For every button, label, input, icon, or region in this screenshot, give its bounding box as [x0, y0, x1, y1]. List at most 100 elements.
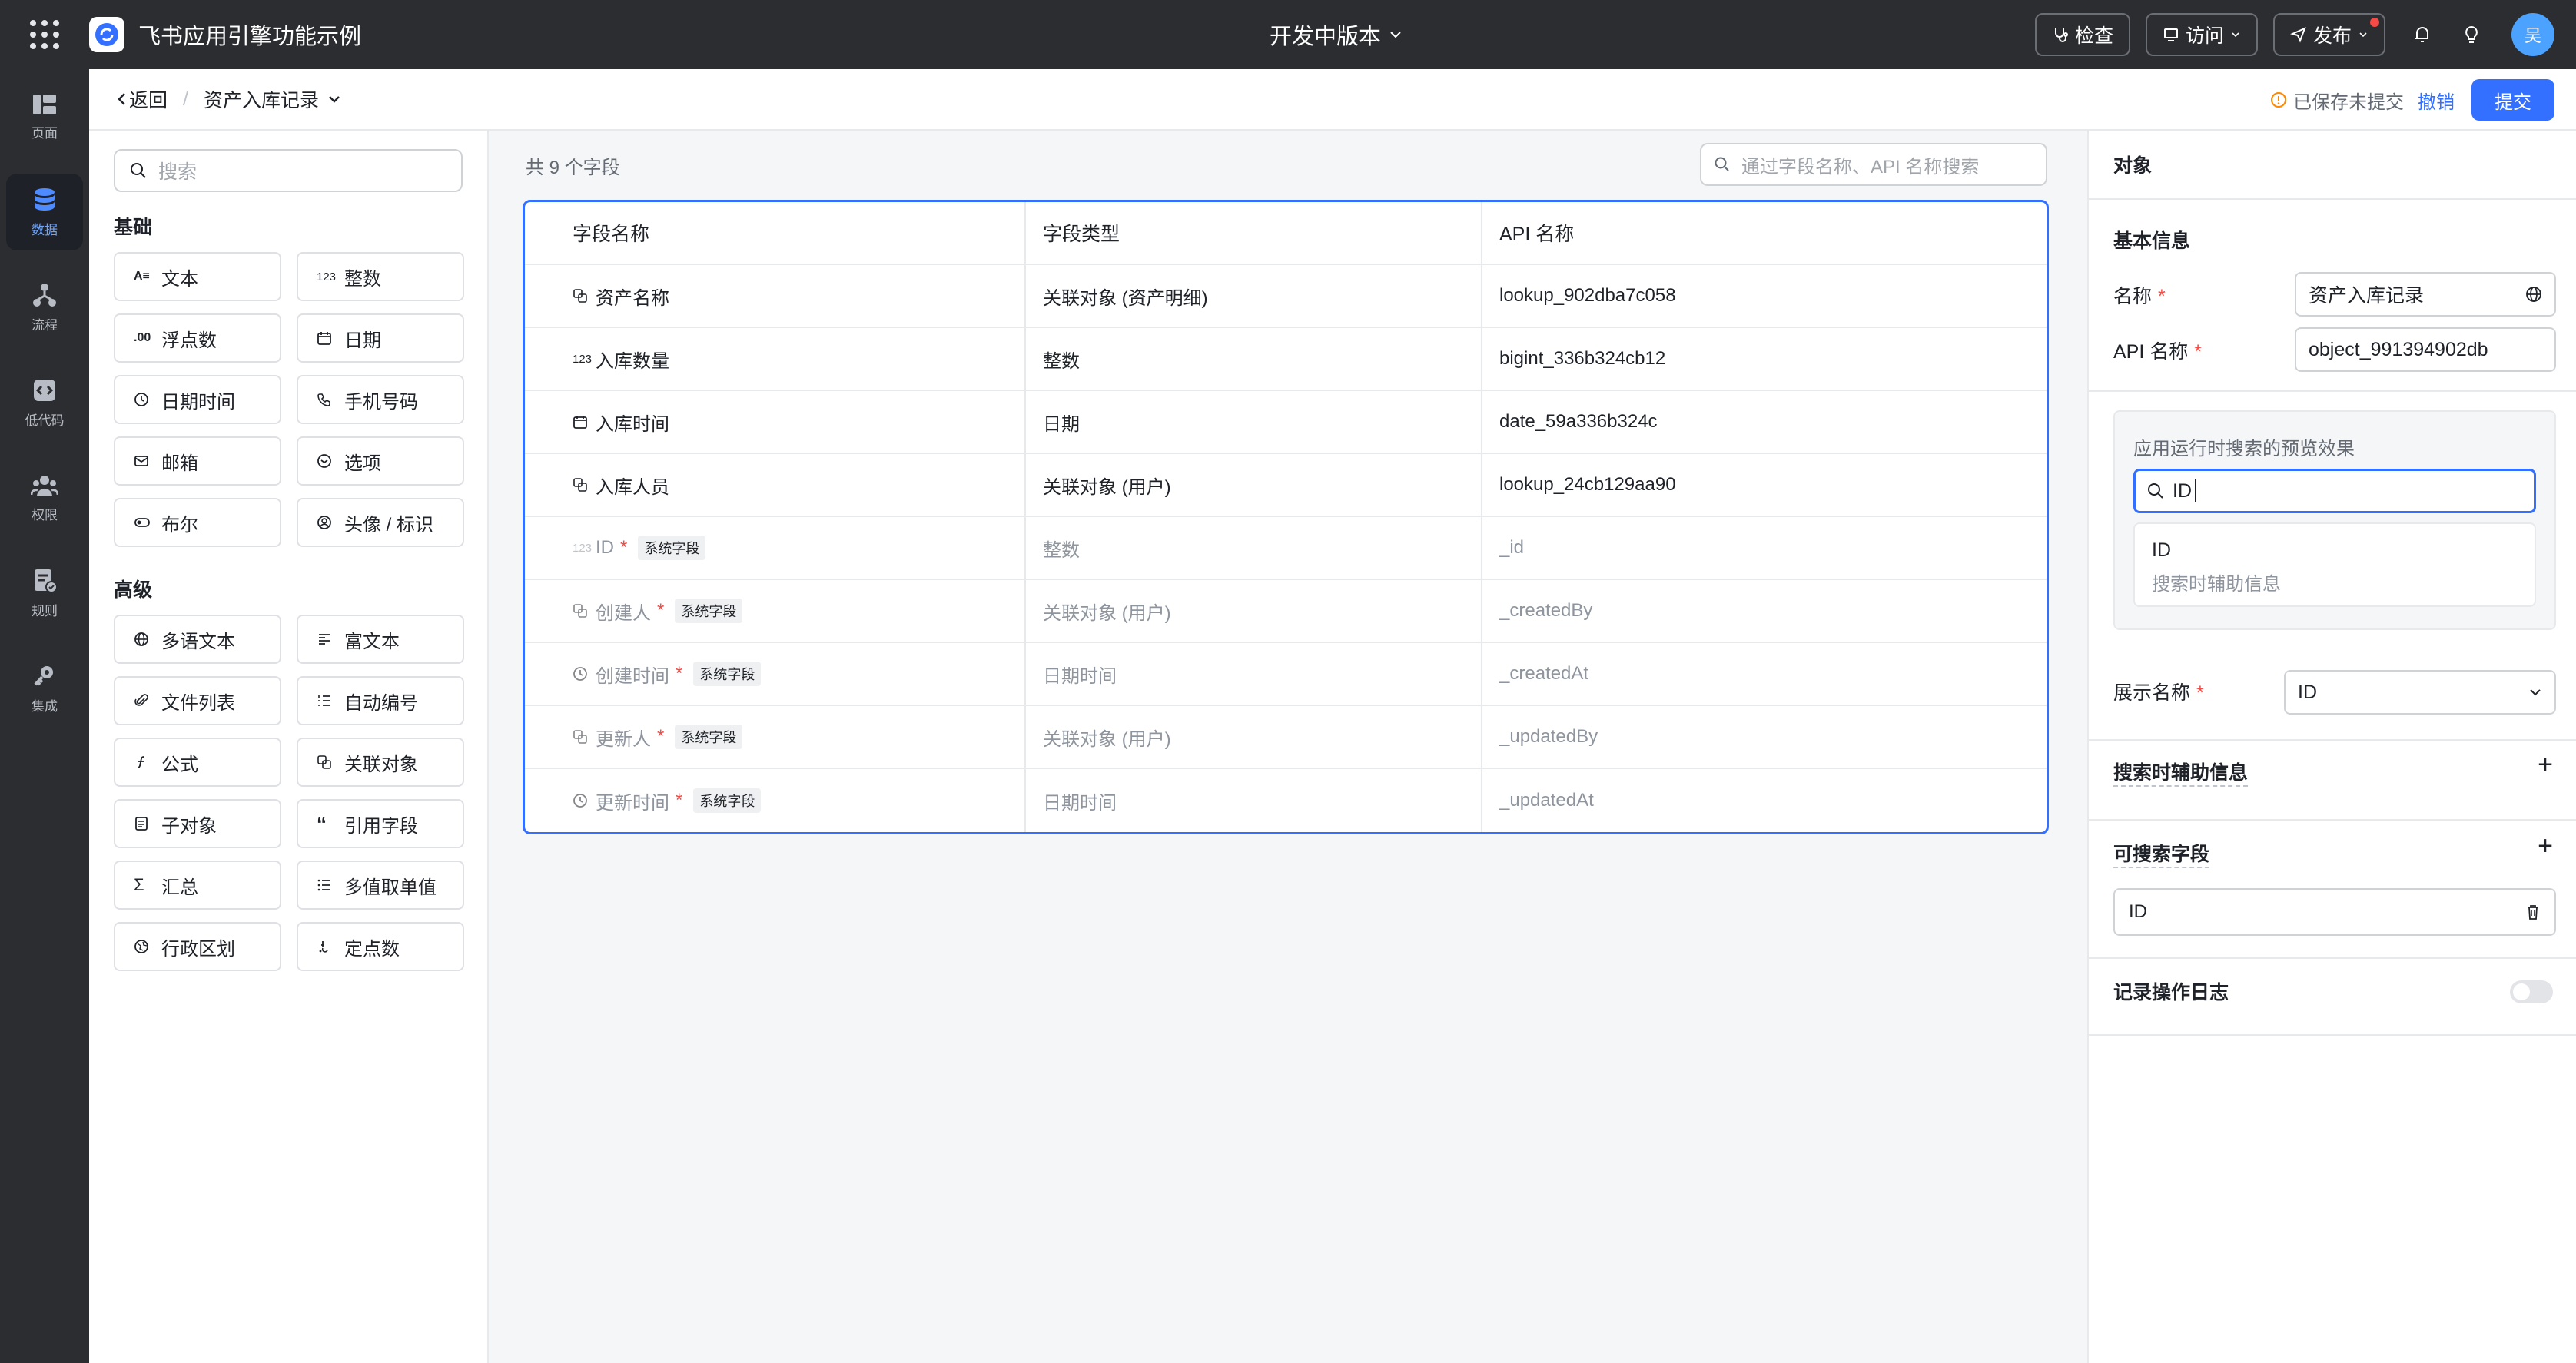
table-row[interactable]: 123 ID * 系统字段 整数 _id	[525, 517, 2047, 580]
field-type-icon	[573, 288, 596, 303]
save-status: 已保存未提交	[2270, 87, 2404, 114]
column-header: 字段类型	[1026, 202, 1482, 264]
back-button[interactable]: 返回	[115, 85, 168, 113]
advanced-field-type-button-10[interactable]: 行政区划	[114, 922, 281, 971]
display-name-select[interactable]: ID	[2284, 670, 2556, 715]
globe-icon[interactable]	[2525, 286, 2542, 303]
field-name-cell: 更新人 * 系统字段	[525, 706, 1026, 768]
field-type-icon: “	[317, 812, 327, 835]
basic-field-type-button-7[interactable]: 选项	[297, 436, 464, 486]
basic-field-type-button-3[interactable]: 日期	[297, 313, 464, 363]
field-type-icon	[134, 693, 155, 708]
trash-icon[interactable]	[2525, 904, 2541, 920]
advanced-field-type-button-3[interactable]: 自动编号	[297, 676, 464, 725]
advanced-field-type-button-5[interactable]: 关联对象	[297, 738, 464, 787]
rail-item-pages[interactable]: 页面	[6, 78, 83, 155]
table-search-input[interactable]: 通过字段名称、API 名称搜索	[1700, 143, 2047, 186]
display-name-label-text: 展示名称	[2113, 682, 2191, 704]
advanced-field-type-button-11[interactable]: 定点数	[297, 922, 464, 971]
basic-group-title: 基础	[114, 217, 153, 238]
advanced-field-type-button-7[interactable]: “ 引用字段	[297, 799, 464, 848]
table-row[interactable]: 入库时间 日期 date_59a336b324c	[525, 391, 2047, 454]
object-selector[interactable]: 资产入库记录	[204, 85, 342, 113]
advanced-field-type-button-9[interactable]: 多值取单值	[297, 861, 464, 910]
advanced-field-type-button-1[interactable]: 富文本	[297, 615, 464, 664]
rail-label: 低代码	[25, 413, 65, 428]
advanced-field-type-button-8[interactable]: Σ 汇总	[114, 861, 281, 910]
version-selector[interactable]: 开发中版本	[1270, 0, 1403, 69]
advanced-field-type-button-2[interactable]: 文件列表	[114, 676, 281, 725]
basic-field-type-button-5[interactable]: 手机号码	[297, 375, 464, 424]
system-field-tag: 系统字段	[675, 725, 743, 749]
search-aux-title: 搜索时辅助信息	[2113, 758, 2249, 787]
table-row[interactable]: 资产名称 关联对象 (资产明细) lookup_902dba7c058	[525, 265, 2047, 328]
key-icon	[34, 665, 53, 685]
api-name-field[interactable]: object_991394902db	[2295, 327, 2556, 372]
preview-search-input[interactable]: ID	[2133, 469, 2536, 513]
api-name-cell: _updatedAt	[1499, 790, 1594, 811]
table-row[interactable]: 入库人员 关联对象 (用户) lookup_24cb129aa90	[525, 454, 2047, 517]
chevron-left-icon	[118, 93, 125, 105]
advanced-field-type-button-0[interactable]: 多语文本	[114, 615, 281, 664]
rail-item-integration[interactable]: 集成	[6, 650, 83, 727]
add-search-aux-button[interactable]: +	[2538, 750, 2553, 780]
table-row[interactable]: 123 入库数量 整数 bigint_336b324cb12	[525, 328, 2047, 391]
basic-field-type-button-0[interactable]: A≡ 文本	[114, 252, 281, 301]
advanced-field-type-button-4[interactable]: 公式	[114, 738, 281, 787]
basic-field-type-button-8[interactable]: 布尔	[114, 498, 281, 547]
table-row[interactable]: 创建人 * 系统字段 关联对象 (用户) _createdBy	[525, 580, 2047, 643]
field-type-label: 布尔	[161, 514, 198, 536]
current-object-label: 资产入库记录	[203, 90, 319, 111]
basic-field-type-button-1[interactable]: 123 整数	[297, 252, 464, 301]
advanced-field-grid: 多语文本 富文本文件列表 自动编号公式 关联对象子对象 “ 引用字段 Σ 汇总 多值取单值 行政区…	[114, 615, 464, 971]
rail-item-permissions[interactable]: 权限	[6, 459, 83, 536]
panel-title: 对象	[2089, 131, 2576, 200]
api-label-text: API 名称	[2113, 341, 2189, 363]
field-name-cell: 更新时间 * 系统字段	[525, 769, 1026, 832]
submit-button[interactable]: 提交	[2471, 79, 2554, 121]
basic-field-type-button-2[interactable]: .00 浮点数	[114, 313, 281, 363]
version-label: 开发中版本	[1270, 25, 1382, 49]
field-search-input[interactable]: 搜索	[114, 149, 463, 192]
rail-item-data[interactable]: 数据	[6, 174, 83, 250]
revoke-button[interactable]: 撤销	[2418, 87, 2455, 114]
preview-dropdown-item[interactable]: ID 搜索时辅助信息	[2133, 522, 2536, 607]
app-logo-icon	[89, 17, 124, 52]
field-count: 共 9 个字段	[526, 158, 620, 178]
table-row[interactable]: 更新人 * 系统字段 关联对象 (用户) _updatedBy	[525, 706, 2047, 769]
field-type-label: 自动编号	[344, 692, 418, 714]
fields-table: 字段名称 字段类型 API 名称 资产名称 关联对象 (资产明细) lookup_9…	[523, 200, 2049, 834]
name-label: 名称 *	[2113, 281, 2166, 309]
field-name-cell: 入库人员	[525, 454, 1026, 516]
inspect-button[interactable]: 检查	[2034, 13, 2130, 56]
basic-field-type-button-6[interactable]: 邮箱	[114, 436, 281, 486]
field-type-label: 富文本	[344, 631, 400, 652]
field-name: 更新人	[596, 728, 651, 750]
advanced-field-type-button-6[interactable]: 子对象	[114, 799, 281, 848]
table-row[interactable]: 更新时间 * 系统字段 日期时间 _updatedAt	[525, 769, 2047, 832]
app-grid-icon[interactable]	[0, 0, 89, 69]
basic-field-type-button-9[interactable]: 头像 / 标识	[297, 498, 464, 547]
avatar[interactable]: 吴	[2511, 13, 2554, 56]
field-type-panel: 搜索 基础 A≡ 文本 123 整数 .00 浮点数 日期 日期时间 手机号码 邮箱 选项布尔 头像 …	[89, 131, 489, 1363]
lightbulb-icon[interactable]	[2450, 13, 2493, 56]
required-mark: *	[657, 726, 665, 747]
rail-item-rules[interactable]: 规则	[6, 555, 83, 632]
table-row[interactable]: 创建时间 * 系统字段 日期时间 _createdAt	[525, 643, 2047, 706]
operation-log-toggle[interactable]	[2510, 980, 2553, 1003]
add-searchable-field-button[interactable]: +	[2538, 831, 2553, 861]
name-label-text: 名称	[2113, 286, 2153, 307]
publish-button[interactable]: 发布	[2272, 13, 2385, 56]
bell-icon[interactable]	[2401, 13, 2444, 56]
search-icon	[131, 163, 146, 178]
field-type-label: 关联对象	[344, 754, 418, 775]
rail-item-flow[interactable]: 流程	[6, 269, 83, 346]
field-type-icon	[573, 666, 596, 682]
divider	[2089, 390, 2576, 392]
field-type-label: 文本	[161, 268, 198, 290]
name-field[interactable]: 资产入库记录	[2295, 272, 2556, 317]
basic-field-type-button-4[interactable]: 日期时间	[114, 375, 281, 424]
visit-button[interactable]: 访问	[2145, 13, 2258, 56]
rail-item-lowcode[interactable]: 低代码	[6, 364, 83, 441]
field-type-label: 浮点数	[161, 330, 217, 351]
